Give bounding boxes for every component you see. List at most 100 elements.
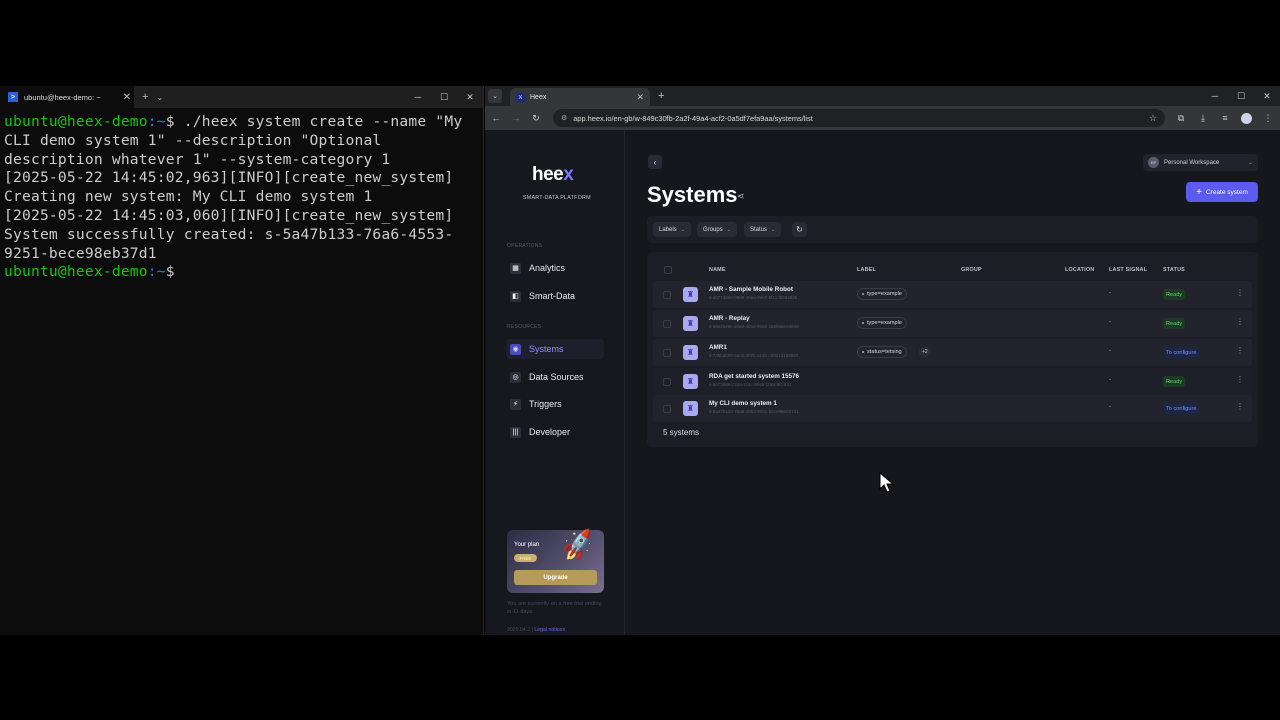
sidebar-footer: 2025.04.2 | Legal notices <box>507 627 565 633</box>
analytics-icon: ▦ <box>510 262 521 274</box>
sidebar-item-smart-data[interactable]: ◧ Smart-Data <box>506 286 604 306</box>
filter-groups[interactable]: Groups ⌄ <box>697 222 737 237</box>
row-checkbox[interactable] <box>663 291 671 299</box>
maximize-button[interactable]: ☐ <box>431 86 457 108</box>
chevron-down-icon: ⌄ <box>1247 160 1253 166</box>
tab-search-icon[interactable]: ⌄ <box>488 89 502 103</box>
sidebar-item-triggers[interactable]: ⚡ Triggers <box>506 394 604 414</box>
new-tab-button[interactable]: + <box>658 90 664 102</box>
row-checkbox[interactable] <box>663 349 671 357</box>
sidebar-item-analytics[interactable]: ▦ Analytics <box>506 258 604 278</box>
refresh-icon[interactable]: ↻ <box>792 222 807 237</box>
terminal-output[interactable]: ubuntu@heex-demo:~$ ./heex system create… <box>0 108 483 287</box>
url-text[interactable]: app.heex.io/en-gb/w-849c30fb-2a2f-49a4-a… <box>573 114 1143 123</box>
smart-data-icon: ◧ <box>510 290 521 302</box>
close-window-button[interactable]: ✕ <box>457 86 483 108</box>
filter-labels[interactable]: Labels ⌄ <box>653 222 691 237</box>
prompt-path: :~ <box>147 263 166 281</box>
menu-kebab-icon[interactable]: ⋮ <box>1262 113 1274 124</box>
system-name[interactable]: RDA get started system 15576 <box>709 373 799 380</box>
row-menu-icon[interactable]: ⋮ <box>1236 375 1244 384</box>
status-badge: Ready <box>1163 376 1186 387</box>
row-menu-icon[interactable]: ⋮ <box>1236 288 1244 297</box>
close-tab-icon[interactable]: ✕ <box>120 92 134 103</box>
status-badge: Ready <box>1163 289 1186 300</box>
system-name[interactable]: AMR1 <box>709 344 727 351</box>
minimize-button[interactable]: ─ <box>405 86 431 108</box>
system-name[interactable]: AMR - Sample Mobile Robot <box>709 286 793 293</box>
system-id: s-a0774868-09e9-49ea-8eb7-5f113b664635 <box>709 295 798 300</box>
sidebar-item-data-sources[interactable]: ◎ Data Sources <box>506 367 604 387</box>
extensions-icon[interactable]: ⧉ <box>1175 113 1187 124</box>
last-signal: - <box>1109 290 1111 296</box>
table-row[interactable]: ♜ AMR - Sample Mobile Robot s-a0774868-0… <box>653 281 1252 308</box>
row-checkbox[interactable] <box>663 378 671 386</box>
site-info-icon[interactable]: ⚙ <box>561 114 567 122</box>
last-signal: - <box>1109 377 1111 383</box>
heex-logo[interactable]: heex <box>532 164 574 186</box>
triggers-icon: ⚡ <box>510 398 521 410</box>
address-bar[interactable]: ⚙ app.heex.io/en-gb/w-849c30fb-2a2f-49a4… <box>553 109 1165 127</box>
maximize-button[interactable]: ☐ <box>1228 86 1254 106</box>
chevron-down-icon: ⌄ <box>726 226 731 233</box>
more-labels-badge[interactable]: +2 <box>919 347 931 357</box>
minimize-button[interactable]: ─ <box>1202 86 1228 106</box>
row-menu-icon[interactable]: ⋮ <box>1236 346 1244 355</box>
close-tab-icon[interactable]: ✕ <box>636 92 644 103</box>
table-row[interactable]: ♜ RDA get started system 15576 s-8a73686… <box>653 368 1252 395</box>
row-menu-icon[interactable]: ⋮ <box>1236 317 1244 326</box>
forward-arrow-icon[interactable]: → <box>511 113 521 123</box>
browser-tabbar: ⌄ x Heex ✕ + ─ ☐ ✕ <box>485 86 1280 106</box>
sidebar-item-systems[interactable]: ◉ Systems <box>506 339 604 359</box>
system-name[interactable]: AMR - Replay <box>709 315 750 322</box>
sidebar-item-developer[interactable]: ||| Developer <box>506 422 604 442</box>
status-badge: Ready <box>1163 318 1186 329</box>
system-icon: ♜ <box>683 316 698 331</box>
row-menu-icon[interactable]: ⋮ <box>1236 402 1244 411</box>
media-icon[interactable]: ≡ <box>1219 113 1231 123</box>
terminal-tab[interactable]: > ubuntu@heex-demo: ~ ✕ <box>0 86 134 108</box>
create-system-button[interactable]: + Create system <box>1186 182 1258 202</box>
col-name[interactable]: NAME <box>709 267 726 273</box>
heex-favicon-icon: x <box>516 92 525 102</box>
reload-icon[interactable]: ↻ <box>531 113 541 124</box>
new-tab-button[interactable]: + <box>142 91 148 103</box>
system-icon: ♜ <box>683 401 698 416</box>
prompt-user: ubuntu@heex-demo <box>4 263 148 281</box>
chevron-down-icon[interactable]: ⌄ <box>156 93 163 102</box>
table-row[interactable]: ♜ AMR1 s-735bab09-eac6-407b-a14b-cb021d1… <box>653 339 1252 366</box>
download-icon[interactable]: ⤓ <box>1197 113 1209 124</box>
table-row[interactable]: ♜ AMR - Replay s-69e25e8c-d4ed-4b8d-9b0d… <box>653 310 1252 337</box>
plus-icon: + <box>1196 186 1202 198</box>
col-status[interactable]: STATUS <box>1163 267 1185 273</box>
browser-window: ⌄ x Heex ✕ + ─ ☐ ✕ ← → ↻ ⚙ app.heex.io/e… <box>485 86 1280 635</box>
plan-badge: FREE <box>514 554 537 562</box>
section-resources: RESOURCES <box>507 324 542 330</box>
share-icon[interactable]: ⋖ <box>737 191 745 202</box>
systems-icon: ◉ <box>510 343 521 355</box>
bookmark-star-icon[interactable]: ☆ <box>1149 113 1157 124</box>
browser-tab[interactable]: x Heex ✕ <box>510 88 650 106</box>
system-name[interactable]: My CLI demo system 1 <box>709 400 777 407</box>
row-checkbox[interactable] <box>663 320 671 328</box>
last-signal: - <box>1109 348 1111 354</box>
profile-avatar[interactable] <box>1241 112 1252 124</box>
back-button[interactable]: ‹ <box>648 155 662 169</box>
workspace-selector[interactable]: EP Personal Workspace ⌄ <box>1143 154 1258 171</box>
back-arrow-icon[interactable]: ← <box>491 113 501 123</box>
close-window-button[interactable]: ✕ <box>1254 86 1280 106</box>
select-all-checkbox[interactable] <box>664 266 672 274</box>
row-checkbox[interactable] <box>663 405 671 413</box>
upgrade-button[interactable]: Upgrade <box>514 570 597 585</box>
col-label: LABEL <box>857 267 876 273</box>
table-row[interactable]: ♜ My CLI demo system 1 s-5a47b133-76a6-4… <box>653 395 1252 422</box>
system-icon: ♜ <box>683 345 698 360</box>
sidebar: heex SMART-DATA PLATFORM OPERATIONS ▦ An… <box>485 130 625 635</box>
label-chip: status=tetsing <box>857 346 907 358</box>
label-chip: type=example <box>857 288 907 300</box>
filter-status[interactable]: Status ⌄ <box>744 222 782 237</box>
legal-notices-link[interactable]: Legal notices <box>534 627 565 633</box>
version-text: 2025.04.2 <box>507 627 531 633</box>
system-id: s-735bab09-eac6-407b-a14b-cb021d166557 <box>709 353 799 358</box>
system-icon: ♜ <box>683 374 698 389</box>
